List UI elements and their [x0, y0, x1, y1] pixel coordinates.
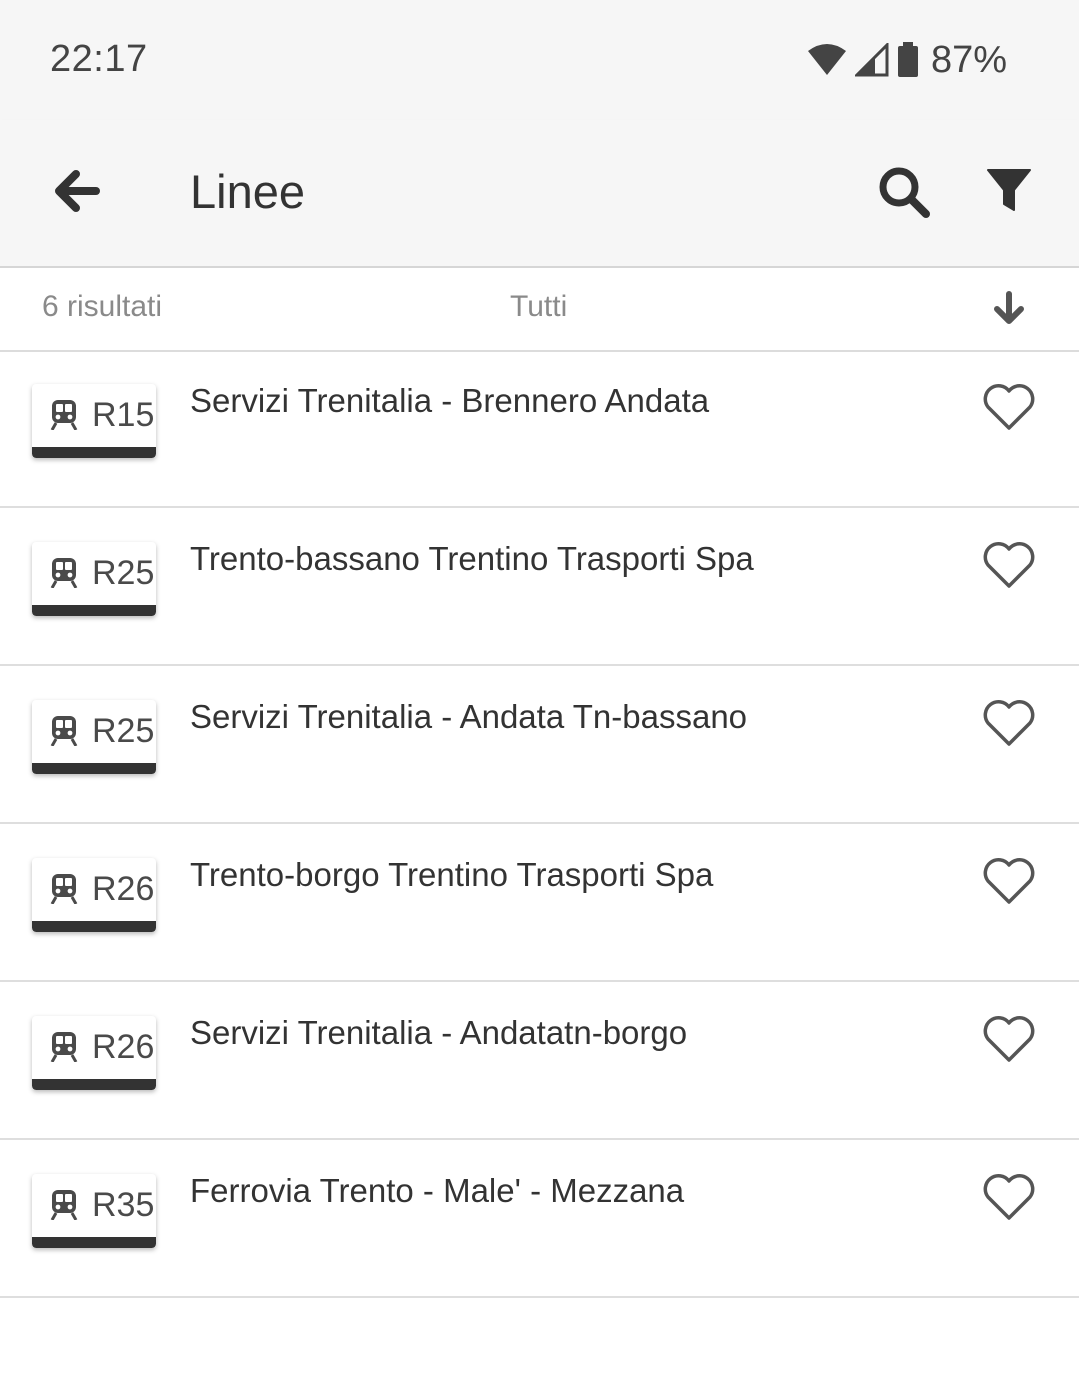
filter-bar: 6 risultati Tutti [0, 268, 1079, 352]
list-item[interactable]: R25 Trento-bassano Trentino Trasporti Sp… [0, 508, 1079, 666]
line-title: Servizi Trenitalia - Andata Tn-bassano [190, 698, 748, 735]
lines-list: R15 Servizi Trenitalia - Brennero Andata… [0, 350, 1079, 1298]
line-badge: R26 [32, 858, 156, 932]
train-icon [50, 716, 78, 746]
arrow-down-icon[interactable] [990, 290, 1028, 328]
filter-selector[interactable]: Tutti [510, 290, 567, 324]
heart-icon[interactable] [982, 698, 1036, 748]
heart-icon[interactable] [982, 540, 1036, 590]
battery-percentage: 87% [930, 38, 1007, 81]
train-icon [50, 558, 78, 588]
line-badge: R15 [32, 384, 156, 458]
page-title: Linee [190, 165, 305, 218]
line-title: Trento-borgo Trentino Trasporti Spa [190, 856, 714, 893]
list-item[interactable]: R26 Servizi Trenitalia - Andatatn-borgo [0, 982, 1079, 1140]
line-code: R15 [92, 396, 155, 434]
train-icon [50, 1032, 78, 1062]
signal-icon [854, 43, 889, 77]
line-color-bar [32, 447, 156, 458]
line-code: R26 [92, 1028, 155, 1066]
line-color-bar [32, 921, 156, 932]
line-color-bar [32, 605, 156, 616]
line-title: Servizi Trenitalia - Andatatn-borgo [190, 1014, 688, 1051]
list-item[interactable]: R15 Servizi Trenitalia - Brennero Andata [0, 350, 1079, 508]
list-item[interactable]: R35 Ferrovia Trento - Male' - Mezzana [0, 1140, 1079, 1298]
app-bar: Linee [0, 120, 1079, 268]
train-icon [50, 400, 78, 430]
status-icons: 87% [807, 38, 1007, 82]
line-color-bar [32, 1237, 156, 1248]
wifi-icon [807, 44, 846, 75]
line-title: Servizi Trenitalia - Brennero Andata [190, 382, 710, 419]
status-bar: 22:17 87% [0, 0, 1079, 120]
line-code: R25 [92, 554, 155, 592]
line-badge: R25 [32, 700, 156, 774]
search-icon[interactable] [876, 164, 932, 220]
list-item[interactable]: R25 Servizi Trenitalia - Andata Tn-bassa… [0, 666, 1079, 824]
line-badge: R35 [32, 1174, 156, 1248]
line-color-bar [32, 1079, 156, 1090]
battery-icon [897, 42, 918, 77]
results-count: 6 risultati [42, 290, 163, 323]
heart-icon[interactable] [982, 382, 1036, 432]
list-item[interactable]: R26 Trento-borgo Trentino Trasporti Spa [0, 824, 1079, 982]
heart-icon[interactable] [982, 1014, 1036, 1064]
status-time: 22:17 [50, 38, 148, 80]
line-color-bar [32, 763, 156, 774]
line-badge: R25 [32, 542, 156, 616]
line-code: R35 [92, 1186, 155, 1224]
train-icon [50, 1190, 78, 1220]
train-icon [50, 874, 78, 904]
line-title: Ferrovia Trento - Male' - Mezzana [190, 1172, 685, 1209]
back-arrow-icon[interactable] [50, 166, 100, 216]
heart-icon[interactable] [982, 856, 1036, 906]
line-title: Trento-bassano Trentino Trasporti Spa [190, 540, 754, 577]
line-code: R26 [92, 870, 155, 908]
line-code: R25 [92, 712, 155, 750]
filter-icon[interactable] [984, 166, 1034, 216]
line-badge: R26 [32, 1016, 156, 1090]
heart-icon[interactable] [982, 1172, 1036, 1222]
